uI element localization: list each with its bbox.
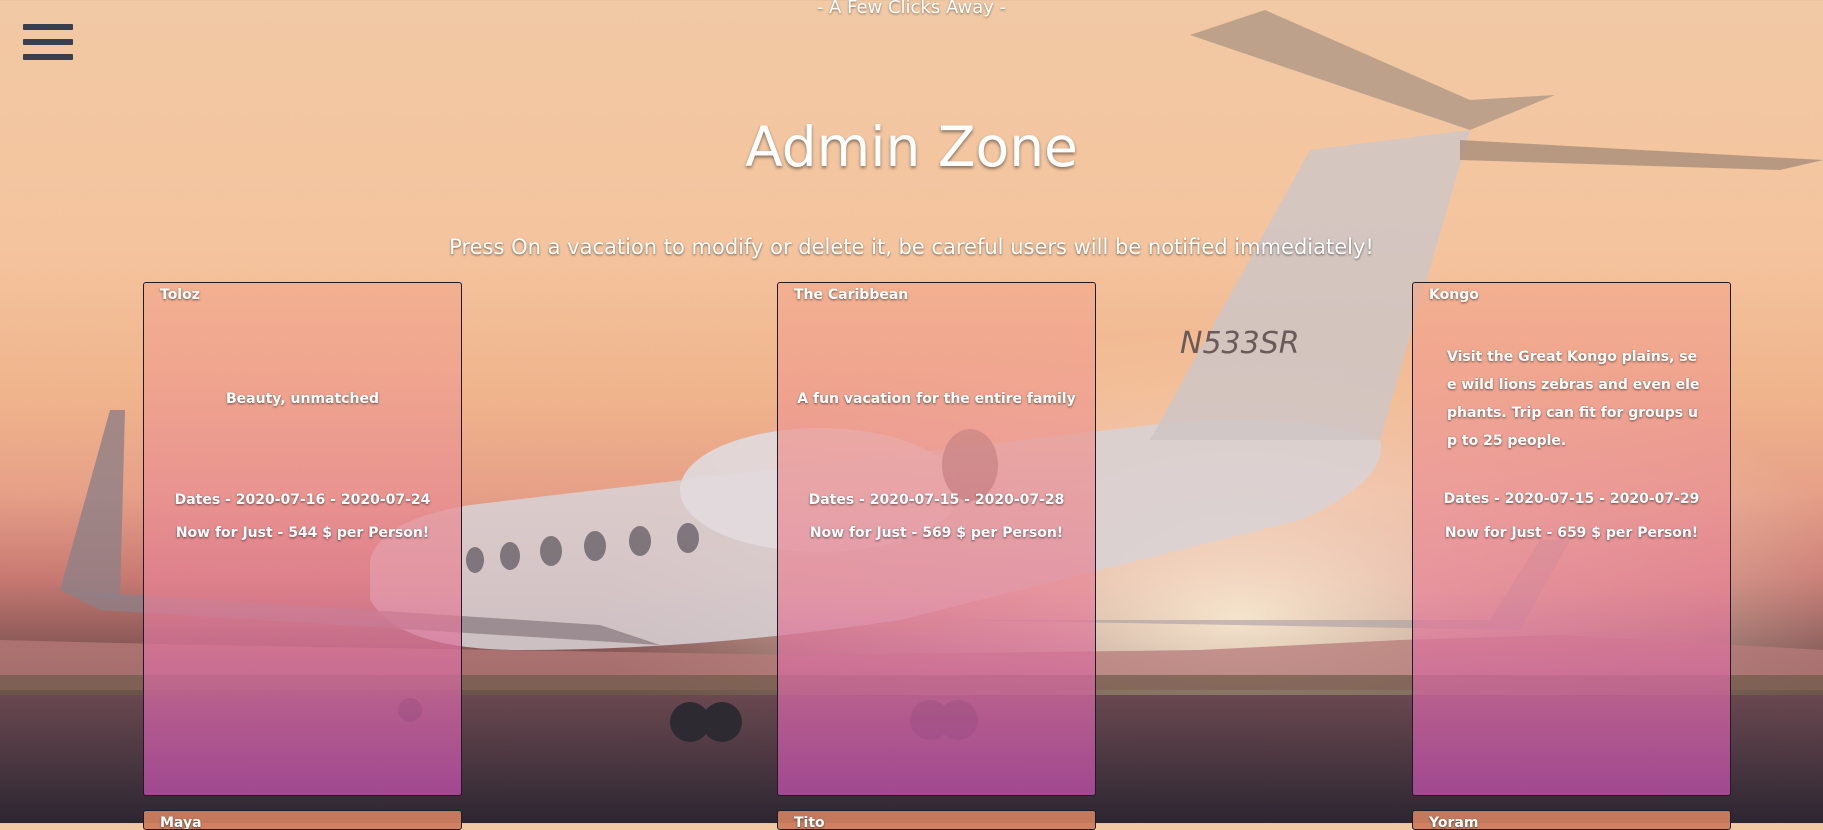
vacation-dates: Dates - 2020-07-16 - 2020-07-24 — [174, 492, 431, 508]
vacation-name: Toloz — [160, 287, 200, 303]
page-subtitle: Press On a vacation to modify or delete … — [449, 235, 1374, 259]
vacation-description: Beauty, unmatched — [226, 391, 379, 407]
vacation-name: The Caribbean — [794, 287, 909, 303]
vacation-price: Now for Just - 544 $ per Person! — [175, 525, 430, 541]
tail-registration: N533SR — [1180, 326, 1300, 361]
vacation-price: Now for Just - 659 $ per Person! — [1444, 525, 1699, 541]
vacation-card-the-caribbean[interactable]: The Caribbean A fun vacation for the ent… — [777, 282, 1096, 796]
tagline: - A Few Clicks Away - — [816, 0, 1007, 18]
vacation-card-yoram[interactable]: Yoram — [1412, 810, 1731, 830]
vacation-price: Now for Just - 569 $ per Person! — [809, 525, 1064, 541]
vacation-card-kongo[interactable]: Kongo Visit the Great Kongo plains, see … — [1412, 282, 1731, 796]
vacation-dates: Dates - 2020-07-15 - 2020-07-29 — [1443, 491, 1700, 507]
vacation-description: Visit the Great Kongo plains, see wild l… — [1447, 349, 1700, 449]
page-title: Admin Zone — [745, 115, 1078, 179]
vacation-description: A fun vacation for the entire family — [797, 391, 1076, 407]
vacation-card-toloz[interactable]: Toloz Beauty, unmatched Dates - 2020-07-… — [143, 282, 462, 796]
vacation-card-maya[interactable]: Maya — [143, 810, 462, 830]
vacation-card-tito[interactable]: Tito — [777, 810, 1096, 830]
vacation-name: Kongo — [1429, 287, 1479, 303]
vacation-dates: Dates - 2020-07-15 - 2020-07-28 — [808, 492, 1065, 508]
hamburger-menu-icon[interactable] — [23, 24, 73, 74]
